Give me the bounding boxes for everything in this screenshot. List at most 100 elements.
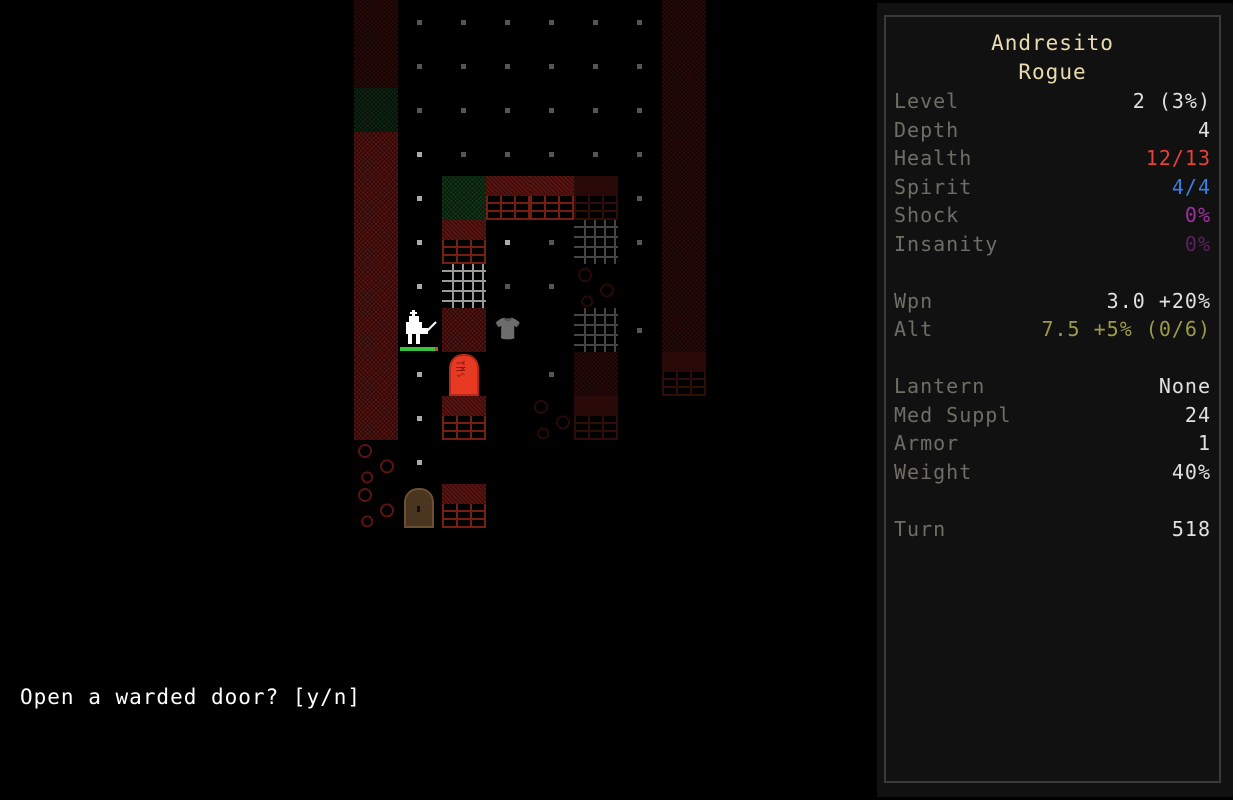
stat-row-depth: Depth 4 xyxy=(894,118,1211,146)
stat-row-spirit: Spirit 4/4 xyxy=(894,175,1211,203)
tile-wall-red xyxy=(354,44,398,88)
stat-label: Med Suppl xyxy=(894,402,1012,427)
floor-tile xyxy=(486,220,530,264)
player-character[interactable] xyxy=(398,308,442,352)
tile-wall-red xyxy=(662,176,706,220)
stat-row-weight: Weight 40% xyxy=(894,460,1211,488)
stat-value: 3.0 +20% xyxy=(1106,288,1211,313)
character-panel: Andresito Rogue Level 2 (3%) Depth 4 Health 1… xyxy=(884,15,1221,783)
tile-brick xyxy=(442,484,486,528)
tile-grate xyxy=(442,264,486,308)
floor-tile xyxy=(574,132,618,176)
stat-row-level: Level 2 (3%) xyxy=(894,89,1211,117)
stat-value: 24 xyxy=(1184,402,1211,427)
tile-wall-red xyxy=(354,220,398,264)
floor-tile xyxy=(530,220,574,264)
stat-label: Depth xyxy=(894,117,960,142)
stat-row-alt: Alt 7.5 +5% (0/6) xyxy=(894,317,1211,345)
tile-wall-red xyxy=(662,0,706,44)
stat-value: 0% xyxy=(1184,231,1211,256)
floor-tile xyxy=(398,132,442,176)
tile-cobble xyxy=(530,396,574,440)
floor-tile xyxy=(618,0,662,44)
character-name: Andresito xyxy=(991,31,1114,55)
floor-tile xyxy=(486,132,530,176)
floor-tile xyxy=(486,44,530,88)
floor-tile xyxy=(618,220,662,264)
floor-tile xyxy=(398,440,442,484)
floor-tile xyxy=(398,88,442,132)
keyhole-icon xyxy=(417,506,420,512)
tile-wall-red xyxy=(662,220,706,264)
prompt-message: Open a warded door? [y/n] xyxy=(20,685,362,709)
health-lost-segment xyxy=(435,347,438,351)
stat-label: Insanity xyxy=(894,231,999,256)
floor-tile xyxy=(574,88,618,132)
stat-label: Armor xyxy=(894,431,960,455)
floor-tile xyxy=(486,88,530,132)
tile-wall-red xyxy=(662,264,706,308)
floor-tile xyxy=(618,132,662,176)
tile-wall-red xyxy=(354,132,398,176)
tile-wall-red xyxy=(442,308,486,352)
stat-row-lantern: Lantern None xyxy=(894,374,1211,402)
floor-tile xyxy=(486,264,530,308)
tile-wall-red xyxy=(354,352,398,396)
floor-tile xyxy=(574,0,618,44)
floor-tile xyxy=(618,176,662,220)
floor-tile xyxy=(398,352,442,396)
tile-brick xyxy=(442,396,486,440)
floor-tile xyxy=(442,0,486,44)
floor-tile xyxy=(486,0,530,44)
stat-label: Turn xyxy=(894,516,947,541)
tile-grate xyxy=(574,308,618,352)
armor-item-icon[interactable]: 👕 xyxy=(486,308,530,352)
floor-tile xyxy=(618,88,662,132)
stat-row-med-suppl: Med Suppl 24 xyxy=(894,403,1211,431)
stat-label: Health xyxy=(894,146,973,170)
stat-value: 40% xyxy=(1171,459,1211,484)
floor-tile xyxy=(442,44,486,88)
stat-row-health: Health 12/13 xyxy=(894,146,1211,174)
stat-value: 12/13 xyxy=(1145,146,1211,170)
dungeon-map[interactable]: ᛉᛗᛊ 👕 xyxy=(354,0,706,528)
player-health-bar xyxy=(400,347,438,351)
tile-cobble xyxy=(354,440,398,484)
tile-cobble xyxy=(354,484,398,528)
floor-tile xyxy=(398,0,442,44)
wooden-door[interactable] xyxy=(398,484,442,528)
tile-wall-green xyxy=(442,176,486,220)
rune-glyphs: ᛉᛗᛊ xyxy=(454,360,465,378)
floor-tile xyxy=(574,44,618,88)
tile-wall-red xyxy=(662,308,706,352)
tile-brick xyxy=(662,352,706,396)
floor-tile xyxy=(442,132,486,176)
stat-label: Weight xyxy=(894,459,973,484)
floor-tile xyxy=(530,44,574,88)
stat-label: Level xyxy=(894,89,960,113)
floor-tile xyxy=(530,88,574,132)
floor-tile xyxy=(442,88,486,132)
floor-tile xyxy=(530,352,574,396)
floor-tile xyxy=(398,396,442,440)
stat-label: Lantern xyxy=(894,374,986,398)
tile-wall-green xyxy=(354,88,398,132)
stat-label: Alt xyxy=(894,317,934,341)
stat-value: 2 (3%) xyxy=(1132,89,1211,113)
warded-door[interactable]: ᛉᛗᛊ xyxy=(442,352,486,396)
floor-tile xyxy=(618,44,662,88)
tile-brick xyxy=(574,396,618,440)
floor-tile xyxy=(398,44,442,88)
tile-brick xyxy=(486,176,530,220)
tile-wall-red xyxy=(354,0,398,44)
stat-row-armor: Armor 1 xyxy=(894,431,1211,459)
stat-label: Shock xyxy=(894,203,960,227)
tile-wall-red xyxy=(354,176,398,220)
stat-value: 0% xyxy=(1184,203,1211,227)
floor-tile xyxy=(398,220,442,264)
character-class: Rogue xyxy=(1018,60,1087,84)
tile-wall-red xyxy=(354,308,398,352)
stat-value: 518 xyxy=(1171,516,1211,541)
floor-tile xyxy=(398,176,442,220)
stat-row-turn: Turn 518 xyxy=(894,517,1211,545)
